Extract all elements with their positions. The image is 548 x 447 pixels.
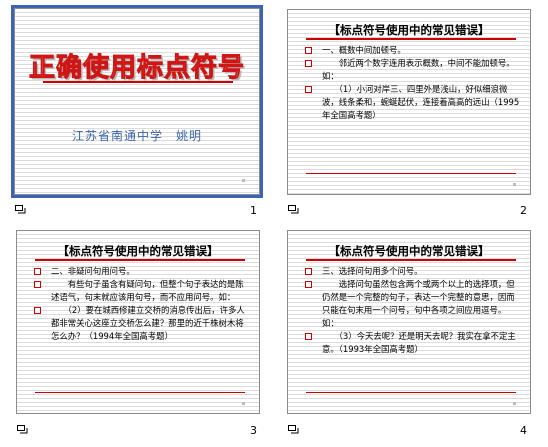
corner-mark [513, 402, 516, 405]
slide-thumbnail-3[interactable]: 【标点符号使用中的常见错误】 二、非疑问句用问号。 有些句子虽含有疑问句，但整个… [16, 230, 260, 414]
heading-underline [306, 259, 516, 261]
bullet-box-icon [305, 86, 312, 93]
bullet-item: 三、选择问句用多个问号。 [302, 265, 520, 278]
slide-transition-icon[interactable] [17, 425, 28, 434]
slide-thumbnail-4[interactable]: 【标点符号使用中的常见错误】 三、选择问句用多个问号。 选择问句虽然包含两个或两… [287, 230, 531, 414]
slide-number-4: 4 [520, 424, 527, 437]
bullet-item: （1）小河对岸三、四里外是浅山，好似细浪微波，线条柔和，蜿蜒起伏，连接着高高的远… [302, 83, 520, 122]
corner-mark [242, 402, 245, 405]
slide-transition-icon[interactable] [288, 205, 299, 214]
footer-line [306, 173, 516, 174]
slide-heading: 【标点符号使用中的常见错误】 [57, 244, 219, 258]
bullet-item: 二、非疑问句用问号。 [31, 265, 249, 278]
bullet-box-icon [34, 281, 41, 288]
slide-heading: 【标点符号使用中的常见错误】 [328, 23, 490, 37]
bullet-box-icon [305, 60, 312, 67]
slide-transition-icon[interactable] [15, 205, 26, 214]
slide-thumbnail-2[interactable]: 【标点符号使用中的常见错误】 一、概数中间加顿号。 邻近两个数字连用表示概数，中… [287, 9, 531, 195]
slide-transition-icon[interactable] [288, 425, 299, 434]
slide-number-3: 3 [250, 424, 257, 437]
bullet-box-icon [34, 307, 41, 314]
slide-number-1: 1 [250, 204, 257, 217]
bullet-item: （3）今天去呢？还是明天去呢？我实在拿不定主意。（1993年全国高考题） [302, 330, 520, 356]
bullet-item: 邻近两个数字连用表示概数，中间不能加顿号。如： [302, 57, 520, 83]
heading-underline [306, 38, 516, 40]
footer-line [35, 392, 245, 393]
heading-underline [35, 259, 245, 261]
bullet-box-icon [305, 333, 312, 340]
slide-thumbnail-1[interactable]: 正确使用标点符号 江苏省南通中学 姚明 [11, 5, 263, 198]
slide-sorter-view: 正确使用标点符号 江苏省南通中学 姚明 1 【标点符号使用中的常见错误】 一、概… [0, 0, 548, 447]
bullet-item: 选择问句虽然包含两个或两个以上的选择项，但仍然是一个完整的句子，表达一个完整的意… [302, 278, 520, 330]
corner-mark [513, 183, 516, 186]
bullet-box-icon [305, 47, 312, 54]
slide-author: 江苏省南通中学 姚明 [71, 129, 202, 143]
bullet-item: 有些句子虽含有疑问句，但整个句子表达的是陈述语气，句末就应该用句号，而不应用问号… [31, 278, 249, 304]
slide-heading: 【标点符号使用中的常见错误】 [328, 244, 490, 258]
slide-body: 二、非疑问句用问号。 有些句子虽含有疑问句，但整个句子表达的是陈述语气，句末就应… [31, 265, 249, 343]
bullet-item: （2）要在城西修建立交桥的消息传出后，许多人都非常关心这座立交桥怎么建？那里的近… [31, 304, 249, 343]
slide-number-2: 2 [520, 204, 527, 217]
bullet-box-icon [305, 281, 312, 288]
bullet-box-icon [34, 268, 41, 275]
slide-title: 正确使用标点符号 [28, 53, 245, 84]
bullet-box-icon [305, 268, 312, 275]
slide-body: 三、选择问句用多个问号。 选择问句虽然包含两个或两个以上的选择项，但仍然是一个完… [302, 265, 520, 356]
slide-body: 一、概数中间加顿号。 邻近两个数字连用表示概数，中间不能加顿号。如： （1）小河… [302, 44, 520, 122]
corner-mark [242, 179, 245, 182]
bullet-item: 一、概数中间加顿号。 [302, 44, 520, 57]
title-underline [43, 81, 233, 83]
footer-line [306, 392, 516, 393]
